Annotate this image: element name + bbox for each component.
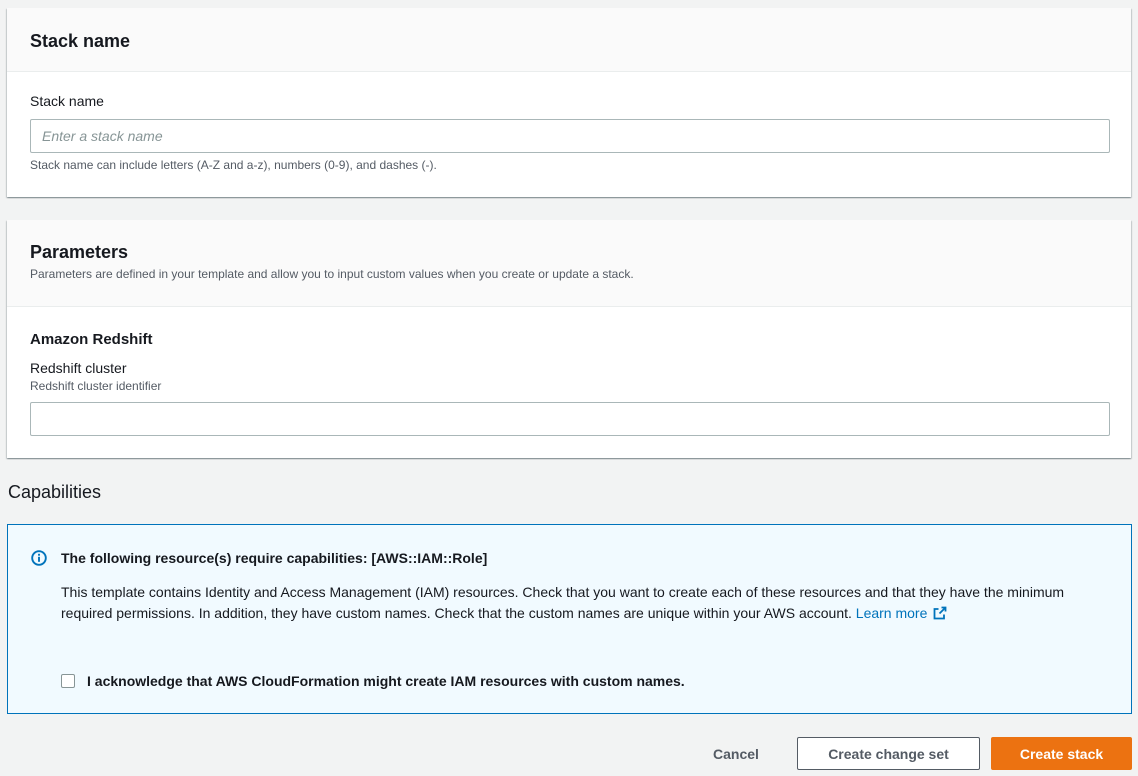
redshift-cluster-description: Redshift cluster identifier <box>30 379 162 393</box>
external-link-icon <box>933 605 947 620</box>
stack-name-label: Stack name <box>30 93 104 109</box>
redshift-cluster-input-wrapper <box>30 402 1110 436</box>
stack-name-hint: Stack name can include letters (A-Z and … <box>30 158 437 172</box>
redshift-cluster-input[interactable] <box>30 402 1110 436</box>
acknowledge-row: I acknowledge that AWS CloudFormation mi… <box>61 673 685 689</box>
parameters-panel-header: Parameters Parameters are defined in you… <box>7 220 1131 307</box>
parameters-heading: Parameters <box>30 242 129 262</box>
parameters-description: Parameters are defined in your template … <box>30 267 634 281</box>
acknowledge-label[interactable]: I acknowledge that AWS CloudFormation mi… <box>87 673 685 689</box>
learn-more-label: Learn more <box>855 605 928 621</box>
capabilities-heading: Capabilities <box>8 482 102 502</box>
stack-name-panel: Stack name Stack name Stack name can inc… <box>7 8 1131 197</box>
stack-name-input[interactable] <box>30 119 1110 153</box>
create-stack-button[interactable]: Create stack <box>991 737 1132 770</box>
alert-title: The following resource(s) require capabi… <box>61 550 488 566</box>
stack-name-input-wrapper <box>30 119 1110 153</box>
stack-name-heading: Stack name <box>30 31 131 51</box>
capabilities-alert: The following resource(s) require capabi… <box>7 524 1132 714</box>
create-change-set-button[interactable]: Create change set <box>797 737 980 770</box>
redshift-cluster-label: Redshift cluster <box>30 360 127 376</box>
learn-more-link[interactable]: Learn more <box>856 605 948 621</box>
stack-name-panel-header: Stack name <box>7 8 1131 72</box>
cancel-button[interactable]: Cancel <box>693 737 779 770</box>
parameters-panel: Parameters Parameters are defined in you… <box>7 220 1131 458</box>
info-icon <box>31 550 47 566</box>
amazon-redshift-group-title: Amazon Redshift <box>30 331 153 348</box>
acknowledge-checkbox[interactable] <box>61 674 75 688</box>
alert-body: This template contains Identity and Acce… <box>61 582 1111 624</box>
